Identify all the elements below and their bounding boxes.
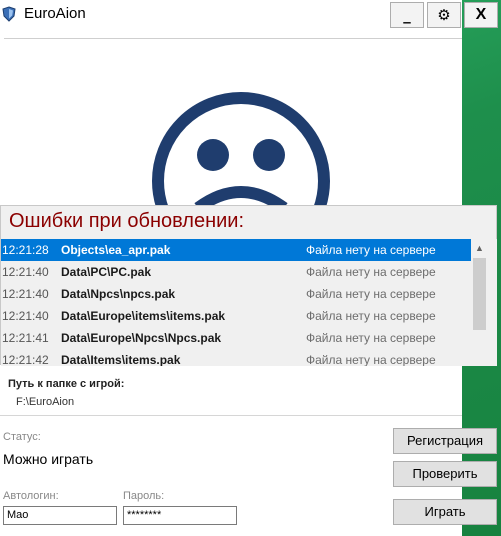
error-status: Файла нету на сервере [306,331,436,345]
error-row[interactable]: 12:21:40 Data\PC\PC.pak Файла нету на се… [1,261,471,283]
error-time: 12:21:40 [2,287,49,301]
password-input[interactable]: ******** [123,506,237,525]
register-button[interactable]: Регистрация [393,428,497,454]
error-row[interactable]: 12:21:40 Data\Npcs\npcs.pak Файла нету н… [1,283,471,305]
error-row[interactable]: 12:21:42 Data\Items\items.pak Файла нету… [1,349,471,366]
error-file: Data\Europe\Npcs\Npcs.pak [61,331,222,345]
error-file: Data\Items\items.pak [61,353,181,366]
autologin-label: Автологин: [3,490,59,502]
error-file: Data\Npcs\npcs.pak [61,287,176,301]
minimize-button[interactable]: _ [390,2,424,28]
errors-heading: Ошибки при обновлении: [9,210,245,232]
play-button[interactable]: Играть [393,499,497,525]
error-status: Файла нету на сервере [306,243,436,257]
game-folder-path: F:\EuroAion [16,396,75,408]
scroll-thumb[interactable] [473,258,486,330]
error-time: 12:21:41 [2,331,49,345]
game-folder-label: Путь к папке с игрой: [8,378,125,390]
update-errors-panel: Ошибки при обновлении: 12:21:28 Objects\… [0,205,497,366]
error-file: Data\PC\PC.pak [61,265,152,279]
error-file: Objects\ea_apr.pak [61,243,171,257]
error-row[interactable]: 12:21:40 Data\Europe\items\items.pak Фай… [1,305,471,327]
error-status: Файла нету на сервере [306,353,436,366]
status-label: Статус: [3,431,41,443]
settings-button[interactable]: ⚙ [427,2,461,28]
error-status: Файла нету на сервере [306,287,436,301]
error-file: Data\Europe\items\items.pak [61,309,226,323]
status-divider [0,415,462,416]
close-icon: X [475,6,487,23]
password-label: Пароль: [123,490,165,502]
errors-scrollbar[interactable]: ▲ [471,239,488,366]
scroll-up-icon[interactable]: ▲ [471,239,488,256]
error-status: Файла нету на сервере [306,265,436,279]
shield-icon [2,6,16,22]
error-time: 12:21:40 [2,265,49,279]
title-bar: EuroAion _ ⚙ [0,0,462,30]
close-button[interactable]: X [464,2,498,28]
error-time: 12:21:40 [2,309,49,323]
sad-face-icon [152,92,330,208]
error-status: Файла нету на сервере [306,309,436,323]
autologin-input[interactable]: Mao [3,506,117,525]
status-value: Можно играть [3,451,94,467]
gear-icon: ⚙ [437,6,451,24]
errors-list[interactable]: 12:21:28 Objects\ea_apr.pak Файла нету н… [1,239,497,366]
window-title: EuroAion [24,5,86,22]
check-button[interactable]: Проверить [393,461,497,487]
error-time: 12:21:28 [2,243,49,257]
error-time: 12:21:42 [2,353,49,366]
title-divider [4,38,462,39]
error-row[interactable]: 12:21:28 Objects\ea_apr.pak Файла нету н… [1,239,471,261]
error-row[interactable]: 12:21:41 Data\Europe\Npcs\Npcs.pak Файла… [1,327,471,349]
